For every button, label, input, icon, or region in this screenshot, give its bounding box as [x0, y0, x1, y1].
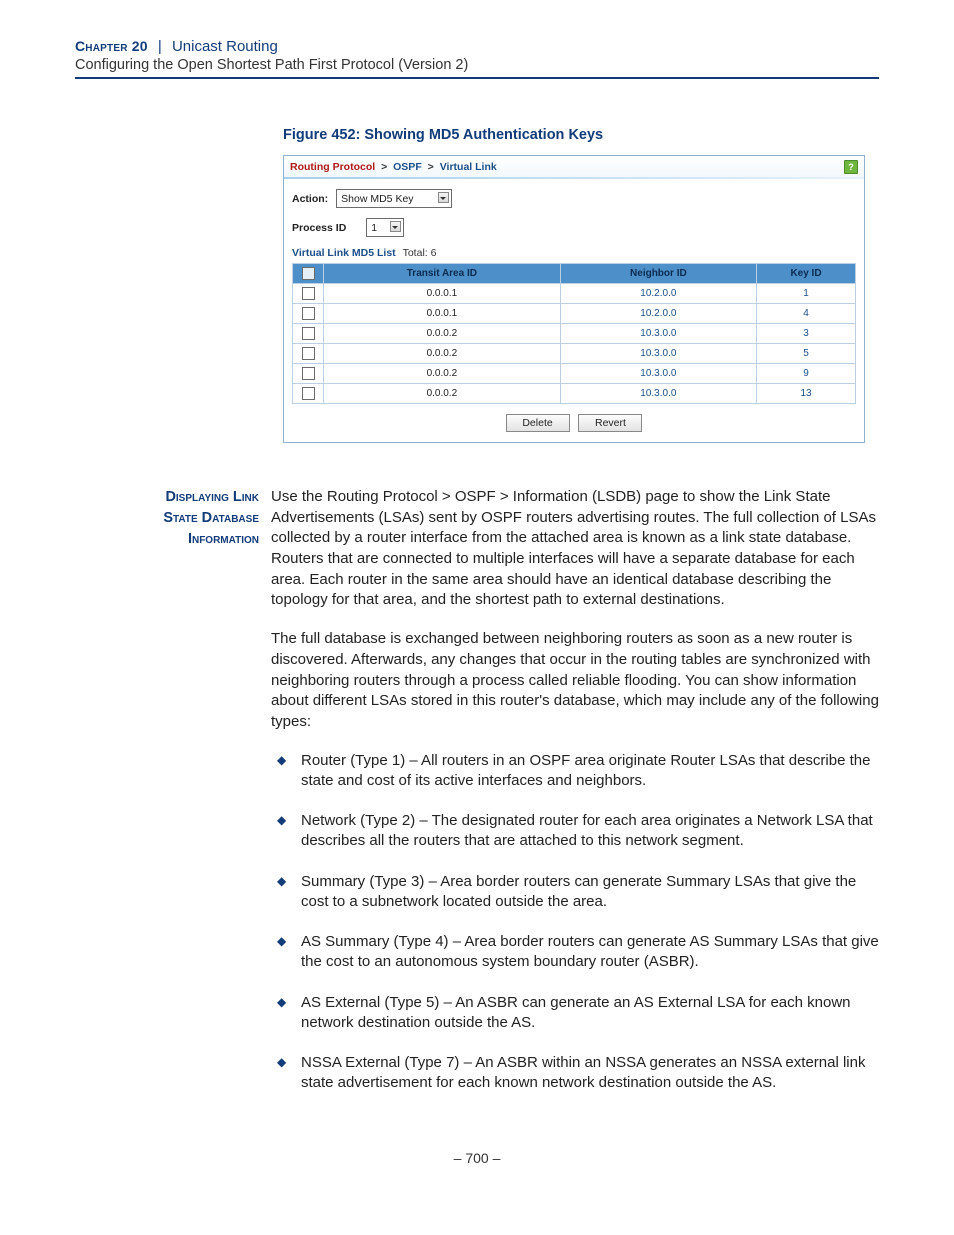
list-item: AS Summary (Type 4) – Area border router…: [271, 932, 879, 973]
md5-table: Transit Area ID Neighbor ID Key ID 0.0.0…: [292, 263, 856, 404]
col-keyid: Key ID: [757, 264, 856, 284]
col-neighbor: Neighbor ID: [560, 264, 756, 284]
side-heading: Displaying Link State Database Informati…: [75, 487, 271, 1114]
chapter-sep: |: [158, 38, 162, 55]
breadcrumb-2: OSPF: [393, 161, 422, 173]
cell-transit: 0.0.0.2: [324, 324, 561, 344]
table-row: 0.0.0.1 10.2.0.0 4: [293, 304, 856, 324]
table-row: 0.0.0.2 10.3.0.0 3: [293, 324, 856, 344]
list-item: Summary (Type 3) – Area border routers c…: [271, 872, 879, 913]
page-header: Chapter 20 | Unicast Routing Configuring…: [75, 0, 879, 79]
row-checkbox[interactable]: [302, 347, 315, 360]
side-heading-l3: Information: [75, 529, 259, 550]
chapter-title: Unicast Routing: [172, 38, 278, 55]
cell-neighbor: 10.3.0.0: [560, 324, 756, 344]
table-row: 0.0.0.2 10.3.0.0 13: [293, 384, 856, 404]
breadcrumb-sep1: >: [381, 161, 387, 173]
cell-keyid: 13: [757, 384, 856, 404]
process-id-label: Process ID: [292, 222, 346, 234]
row-checkbox[interactable]: [302, 327, 315, 340]
process-id-value: 1: [371, 222, 377, 234]
total-label: Total:: [403, 247, 428, 259]
body-column: Use the Routing Protocol > OSPF > Inform…: [271, 487, 879, 1114]
row-checkbox[interactable]: [302, 367, 315, 380]
cell-neighbor: 10.3.0.0: [560, 364, 756, 384]
cell-keyid: 5: [757, 344, 856, 364]
page-number: – 700 –: [75, 1150, 879, 1166]
row-checkbox[interactable]: [302, 287, 315, 300]
list-item: AS External (Type 5) – An ASBR can gener…: [271, 993, 879, 1034]
cell-neighbor: 10.3.0.0: [560, 384, 756, 404]
paragraph: Use the Routing Protocol > OSPF > Inform…: [271, 487, 879, 611]
process-id-select[interactable]: 1: [366, 218, 404, 237]
panel-titlebar: Routing Protocol > OSPF > Virtual Link ?: [284, 156, 864, 177]
cell-transit: 0.0.0.2: [324, 364, 561, 384]
cell-transit: 0.0.0.1: [324, 304, 561, 324]
list-item: Network (Type 2) – The designated router…: [271, 811, 879, 852]
header-checkbox[interactable]: [302, 267, 315, 280]
table-row: 0.0.0.2 10.3.0.0 9: [293, 364, 856, 384]
delete-button[interactable]: Delete: [506, 414, 570, 432]
total-value: 6: [431, 247, 437, 259]
action-select-value: Show MD5 Key: [341, 193, 413, 205]
breadcrumb-3: Virtual Link: [440, 161, 497, 173]
figure-caption: Figure 452: Showing MD5 Authentication K…: [283, 127, 879, 143]
list-item: Router (Type 1) – All routers in an OSPF…: [271, 751, 879, 792]
row-checkbox[interactable]: [302, 387, 315, 400]
breadcrumb: Routing Protocol > OSPF > Virtual Link: [290, 161, 497, 173]
col-transit: Transit Area ID: [324, 264, 561, 284]
table-row: 0.0.0.1 10.2.0.0 1: [293, 284, 856, 304]
cell-neighbor: 10.2.0.0: [560, 304, 756, 324]
action-label: Action:: [292, 193, 328, 205]
action-select[interactable]: Show MD5 Key: [336, 189, 452, 208]
row-checkbox[interactable]: [302, 307, 315, 320]
help-icon[interactable]: ?: [844, 160, 858, 174]
header-rule: [75, 77, 879, 79]
md5-list-label-text: Virtual Link MD5 List: [292, 247, 396, 259]
chapter-subtitle: Configuring the Open Shortest Path First…: [75, 57, 879, 73]
md5-list-label: Virtual Link MD5 List Total: 6: [292, 247, 856, 259]
breadcrumb-sep2: >: [428, 161, 434, 173]
ui-screenshot-panel: Routing Protocol > OSPF > Virtual Link ?…: [283, 155, 865, 443]
bullet-list: Router (Type 1) – All routers in an OSPF…: [271, 751, 879, 1094]
cell-transit: 0.0.0.2: [324, 344, 561, 364]
col-checkbox: [293, 264, 324, 284]
table-row: 0.0.0.2 10.3.0.0 5: [293, 344, 856, 364]
list-item: NSSA External (Type 7) – An ASBR within …: [271, 1053, 879, 1094]
breadcrumb-1: Routing Protocol: [290, 161, 375, 173]
side-heading-l1: Displaying Link: [75, 487, 259, 508]
cell-keyid: 4: [757, 304, 856, 324]
revert-button[interactable]: Revert: [578, 414, 642, 432]
paragraph: The full database is exchanged between n…: [271, 629, 879, 732]
cell-keyid: 1: [757, 284, 856, 304]
cell-transit: 0.0.0.2: [324, 384, 561, 404]
cell-keyid: 9: [757, 364, 856, 384]
chapter-number: Chapter 20: [75, 38, 148, 54]
side-heading-l2: State Database: [75, 508, 259, 529]
cell-neighbor: 10.3.0.0: [560, 344, 756, 364]
cell-keyid: 3: [757, 324, 856, 344]
cell-transit: 0.0.0.1: [324, 284, 561, 304]
cell-neighbor: 10.2.0.0: [560, 284, 756, 304]
